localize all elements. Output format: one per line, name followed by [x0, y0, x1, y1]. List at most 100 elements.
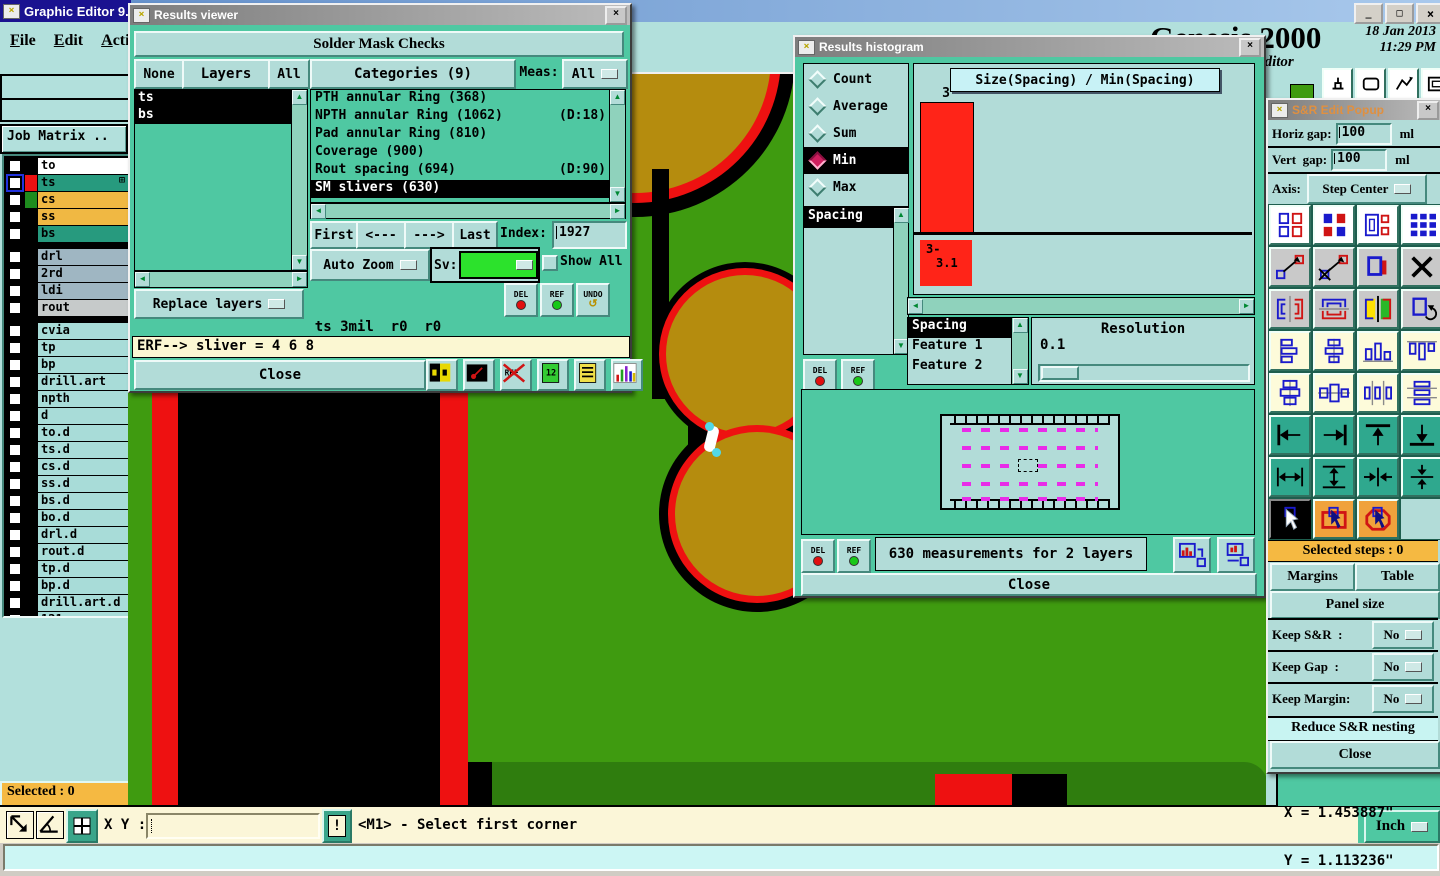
push-left-icon[interactable]: [1269, 415, 1311, 455]
category-item[interactable]: NPTH annular Ring (1062) (D:18): [311, 108, 610, 126]
layer-row[interactable]: ts ⊞: [6, 175, 128, 191]
menu-item[interactable]: Edit: [54, 32, 83, 50]
layer-visibility-checkbox[interactable]: [8, 267, 22, 281]
center-row-icon[interactable]: [1313, 373, 1355, 413]
layer-name[interactable]: bp.d: [37, 578, 128, 594]
categories-hscrollbar[interactable]: ◄ ►: [310, 203, 626, 219]
layer-visibility-checkbox[interactable]: [8, 375, 22, 389]
layers-all-button[interactable]: All: [268, 59, 310, 89]
board-preview[interactable]: [801, 389, 1255, 535]
copy-step-icon[interactable]: [1313, 247, 1355, 287]
next-button[interactable]: --->: [404, 221, 454, 249]
panel-size-button[interactable]: Panel size: [1270, 591, 1440, 619]
layer-name[interactable]: ts.d: [37, 442, 128, 458]
layer-visibility-checkbox[interactable]: [8, 545, 22, 559]
align-left-list-icon[interactable]: [1269, 331, 1311, 371]
measure-marker-icon[interactable]: [463, 359, 495, 391]
chart-hscrollbar[interactable]: ◄ ►: [907, 297, 1255, 315]
squeeze-vertical-icon[interactable]: [1401, 457, 1440, 497]
layer-color-swatch[interactable]: [25, 226, 37, 242]
field-list[interactable]: Spacing Feature 1 Feature 2: [907, 317, 1013, 385]
reduce-nesting-button[interactable]: Reduce S&R nesting: [1268, 716, 1438, 741]
stat-radio[interactable]: Count: [804, 66, 908, 93]
layer-row[interactable]: ldi: [6, 283, 128, 299]
layers-hscrollbar[interactable]: ◄ ►: [134, 271, 308, 288]
layer-name[interactable]: ldi: [37, 283, 128, 299]
restore-button[interactable]: □: [1385, 3, 1414, 24]
layer-color-swatch[interactable]: [25, 544, 37, 560]
layer-color-swatch[interactable]: [25, 595, 37, 611]
result-layer-item[interactable]: bs: [135, 107, 292, 124]
histogram-export-step-icon[interactable]: [1217, 537, 1255, 573]
meas-dropdown[interactable]: All: [562, 59, 628, 89]
layer-row[interactable]: 2rd: [6, 266, 128, 282]
last-button[interactable]: Last: [452, 221, 498, 249]
auto-zoom-dropdown[interactable]: Auto Zoom: [310, 249, 430, 281]
reference-button[interactable]: REF: [540, 283, 574, 317]
field-item[interactable]: Feature 1: [908, 338, 1012, 358]
layer-visibility-checkbox[interactable]: [8, 596, 22, 610]
layer-row[interactable]: to.d: [6, 425, 128, 441]
menu-item[interactable]: Acti: [101, 32, 129, 50]
sv-color-dropdown[interactable]: [459, 251, 538, 279]
layers-vscrollbar[interactable]: ▲ ▼: [291, 90, 307, 270]
close-window-button[interactable]: ×: [1417, 100, 1439, 120]
layer-visibility-checkbox[interactable]: [8, 562, 22, 576]
count-page-icon[interactable]: 12: [537, 359, 569, 391]
layer-name[interactable]: bs: [37, 226, 128, 242]
mirror-vertical-icon[interactable]: [1313, 289, 1355, 329]
select-pointer-icon[interactable]: [1269, 499, 1311, 539]
prev-button[interactable]: <---: [356, 221, 406, 249]
category-item[interactable]: Rout spacing (694) (D:90): [311, 162, 610, 180]
select-rect-icon[interactable]: [1313, 499, 1355, 539]
layer-visibility-checkbox[interactable]: [8, 460, 22, 474]
table-button[interactable]: Table: [1355, 563, 1440, 591]
layer-name[interactable]: bp: [37, 357, 128, 373]
first-button[interactable]: First: [310, 221, 358, 249]
field-item[interactable]: Feature 2: [908, 358, 1012, 378]
layer-row[interactable]: drl.d: [6, 527, 128, 543]
layer-row[interactable]: tp: [6, 340, 128, 356]
viewer-close-button[interactable]: Close: [134, 360, 426, 390]
layer-visibility-checkbox[interactable]: [8, 250, 22, 264]
layer-visibility-checkbox[interactable]: [8, 494, 22, 508]
layer-name[interactable]: 2rd: [37, 266, 128, 282]
space-horizontal-icon[interactable]: [1269, 457, 1311, 497]
layer-row[interactable]: npth: [6, 391, 128, 407]
layer-visibility-checkbox[interactable]: [8, 176, 22, 190]
axis-dropdown[interactable]: Step Center: [1306, 174, 1427, 204]
layer-row[interactable]: bs: [6, 226, 128, 242]
compare-layers-icon[interactable]: [426, 359, 458, 391]
layer-visibility-checkbox[interactable]: [8, 210, 22, 224]
undo-button[interactable]: UNDO ↺: [576, 283, 610, 317]
pattern-nested-icon[interactable]: [1357, 205, 1399, 245]
align-center-list-icon[interactable]: [1313, 331, 1355, 371]
histogram-ref-button[interactable]: REF: [841, 359, 875, 393]
layer-color-swatch[interactable]: [25, 266, 37, 282]
category-item[interactable]: Pad annular Ring (810): [311, 126, 610, 144]
layer-color-swatch[interactable]: [25, 527, 37, 543]
layer-row[interactable]: cvia: [6, 323, 128, 339]
layer-row[interactable]: drl: [6, 249, 128, 265]
margins-button[interactable]: Margins: [1270, 563, 1355, 591]
layer-color-swatch[interactable]: [25, 561, 37, 577]
index-input[interactable]: 1927: [552, 221, 627, 249]
notes-page-icon[interactable]: [574, 359, 606, 391]
minimize-button[interactable]: _: [1354, 3, 1383, 24]
menu-item[interactable]: File: [10, 32, 36, 50]
replace-layers-dropdown[interactable]: Replace layers: [134, 289, 304, 319]
layer-color-swatch[interactable]: [25, 425, 37, 441]
layer-visibility-checkbox[interactable]: [8, 613, 22, 616]
rounded-rect-tool-icon[interactable]: [1355, 68, 1386, 100]
result-layer-item[interactable]: ts: [135, 90, 292, 107]
layer-name[interactable]: drill.art.d: [37, 595, 128, 611]
field-item[interactable]: Spacing: [908, 318, 1012, 338]
histogram-titlebar[interactable]: × Results histogram ×: [795, 37, 1264, 57]
keep-dropdown[interactable]: No: [1372, 685, 1434, 713]
histogram-close-button[interactable]: Close: [801, 573, 1257, 596]
layer-name[interactable]: bo.d: [37, 510, 128, 526]
category-item[interactable]: PTH annular Ring (368): [311, 90, 610, 108]
layer-name[interactable]: ss.d: [37, 476, 128, 492]
layer-color-swatch[interactable]: [25, 175, 37, 191]
layer-row[interactable]: 121: [6, 612, 128, 616]
